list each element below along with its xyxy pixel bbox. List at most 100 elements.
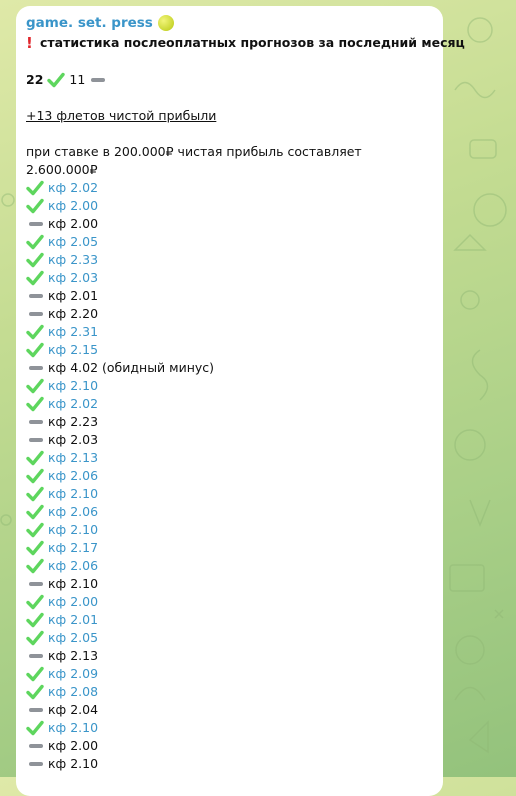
- minus-icon: [26, 737, 46, 755]
- minus-icon: [26, 215, 46, 233]
- result-link[interactable]: кф 2.10: [48, 719, 98, 737]
- result-row: кф 2.08: [26, 683, 433, 701]
- result-row: кф 2.05: [26, 629, 433, 647]
- result-link[interactable]: кф 2.08: [48, 683, 98, 701]
- sender-name-row[interactable]: game. set. press: [26, 13, 433, 33]
- minus-icon: [26, 359, 46, 377]
- result-text: кф 2.10: [48, 576, 99, 591]
- check-mark-icon: [26, 269, 46, 287]
- minus-icon: [26, 647, 46, 665]
- minus-icon: [91, 78, 106, 82]
- check-mark-icon: [26, 719, 46, 737]
- check-mark-icon: [26, 467, 46, 485]
- profit-summary: +13 флетов чистой прибыли: [26, 108, 217, 123]
- score-summary: 22 11: [26, 71, 433, 89]
- result-row: кф 2.10: [26, 575, 433, 593]
- result-link[interactable]: кф 2.06: [48, 467, 98, 485]
- check-mark-icon: [26, 485, 46, 503]
- result-link[interactable]: кф 2.06: [48, 557, 98, 575]
- result-row: кф 2.06: [26, 503, 433, 521]
- result-link[interactable]: кф 2.09: [48, 665, 98, 683]
- result-row: кф 2.03: [26, 269, 433, 287]
- result-link[interactable]: кф 2.05: [48, 629, 98, 647]
- result-link[interactable]: кф 2.05: [48, 233, 98, 251]
- minus-icon: [26, 755, 46, 773]
- result-text: кф 2.00: [48, 738, 99, 753]
- result-link[interactable]: кф 2.33: [48, 251, 98, 269]
- result-row: кф 2.10: [26, 719, 433, 737]
- result-text: кф 4.02 (обидный минус): [48, 360, 215, 375]
- wins-count: 22: [26, 72, 44, 87]
- results-list: кф 2.02 кф 2.00 кф 2.00 кф 2.05 кф 2.33 кф 2.…: [26, 179, 433, 773]
- result-row: кф 2.17: [26, 539, 433, 557]
- result-text: кф 2.13: [48, 648, 99, 663]
- check-mark-icon: [47, 72, 66, 88]
- result-text: кф 2.01: [48, 288, 99, 303]
- result-row: кф 2.00: [26, 593, 433, 611]
- minus-icon: [26, 287, 46, 305]
- result-row: кф 2.10: [26, 485, 433, 503]
- result-link[interactable]: кф 2.00: [48, 197, 98, 215]
- message-headline: ! статистика послеоплатных прогнозов за …: [26, 33, 465, 53]
- result-link[interactable]: кф 2.03: [48, 269, 98, 287]
- check-mark-icon: [26, 629, 46, 647]
- result-row: кф 2.09: [26, 665, 433, 683]
- result-link[interactable]: кф 2.13: [48, 449, 98, 467]
- minus-icon: [26, 305, 46, 323]
- result-row: кф 2.23: [26, 413, 433, 431]
- result-row: кф 2.02: [26, 179, 433, 197]
- result-link[interactable]: кф 2.02: [48, 179, 98, 197]
- check-mark-icon: [26, 449, 46, 467]
- result-row: кф 2.04: [26, 701, 433, 719]
- result-row: кф 4.02 (обидный минус): [26, 359, 433, 377]
- check-mark-icon: [26, 557, 46, 575]
- result-row: кф 2.00: [26, 215, 433, 233]
- result-row: кф 2.03: [26, 431, 433, 449]
- minus-icon: [26, 413, 46, 431]
- result-link[interactable]: кф 2.10: [48, 521, 98, 539]
- result-link[interactable]: кф 2.06: [48, 503, 98, 521]
- result-row: кф 2.05: [26, 233, 433, 251]
- result-row: кф 2.06: [26, 557, 433, 575]
- result-text: кф 2.03: [48, 432, 99, 447]
- headline-text: статистика послеоплатных прогнозов за по…: [40, 35, 465, 50]
- check-mark-icon: [26, 341, 46, 359]
- result-row: кф 2.10: [26, 755, 433, 773]
- check-mark-icon: [26, 593, 46, 611]
- result-link[interactable]: кф 2.00: [48, 593, 98, 611]
- result-link[interactable]: кф 2.10: [48, 377, 98, 395]
- result-link[interactable]: кф 2.01: [48, 611, 98, 629]
- result-row: кф 2.10: [26, 521, 433, 539]
- result-row: кф 2.15: [26, 341, 433, 359]
- stake-summary: при ставке в 200.000₽ чистая прибыль сос…: [26, 144, 362, 177]
- result-link[interactable]: кф 2.02: [48, 395, 98, 413]
- result-link[interactable]: кф 2.17: [48, 539, 98, 557]
- check-mark-icon: [26, 197, 46, 215]
- check-mark-icon: [26, 179, 46, 197]
- check-mark-icon: [26, 377, 46, 395]
- minus-icon: [26, 431, 46, 449]
- check-mark-icon: [26, 611, 46, 629]
- minus-icon: [26, 701, 46, 719]
- sender-name[interactable]: game. set. press: [26, 13, 153, 33]
- result-row: кф 2.13: [26, 449, 433, 467]
- result-row: кф 2.00: [26, 197, 433, 215]
- check-mark-icon: [26, 521, 46, 539]
- result-text: кф 2.04: [48, 702, 99, 717]
- result-link[interactable]: кф 2.15: [48, 341, 98, 359]
- check-mark-icon: [26, 251, 46, 269]
- losses-count: 11: [69, 72, 86, 87]
- result-link[interactable]: кф 2.31: [48, 323, 98, 341]
- tennis-ball-icon: [157, 15, 174, 31]
- result-row: кф 2.01: [26, 611, 433, 629]
- check-mark-icon: [26, 665, 46, 683]
- check-mark-icon: [26, 683, 46, 701]
- result-row: кф 2.10: [26, 377, 433, 395]
- check-mark-icon: [26, 395, 46, 413]
- message-bubble: game. set. press ! статистика послеоплат…: [16, 6, 465, 796]
- result-row: кф 2.06: [26, 467, 433, 485]
- result-row: кф 2.20: [26, 305, 433, 323]
- result-link[interactable]: кф 2.10: [48, 485, 98, 503]
- result-row: кф 2.01: [26, 287, 433, 305]
- result-text: кф 2.00: [48, 216, 99, 231]
